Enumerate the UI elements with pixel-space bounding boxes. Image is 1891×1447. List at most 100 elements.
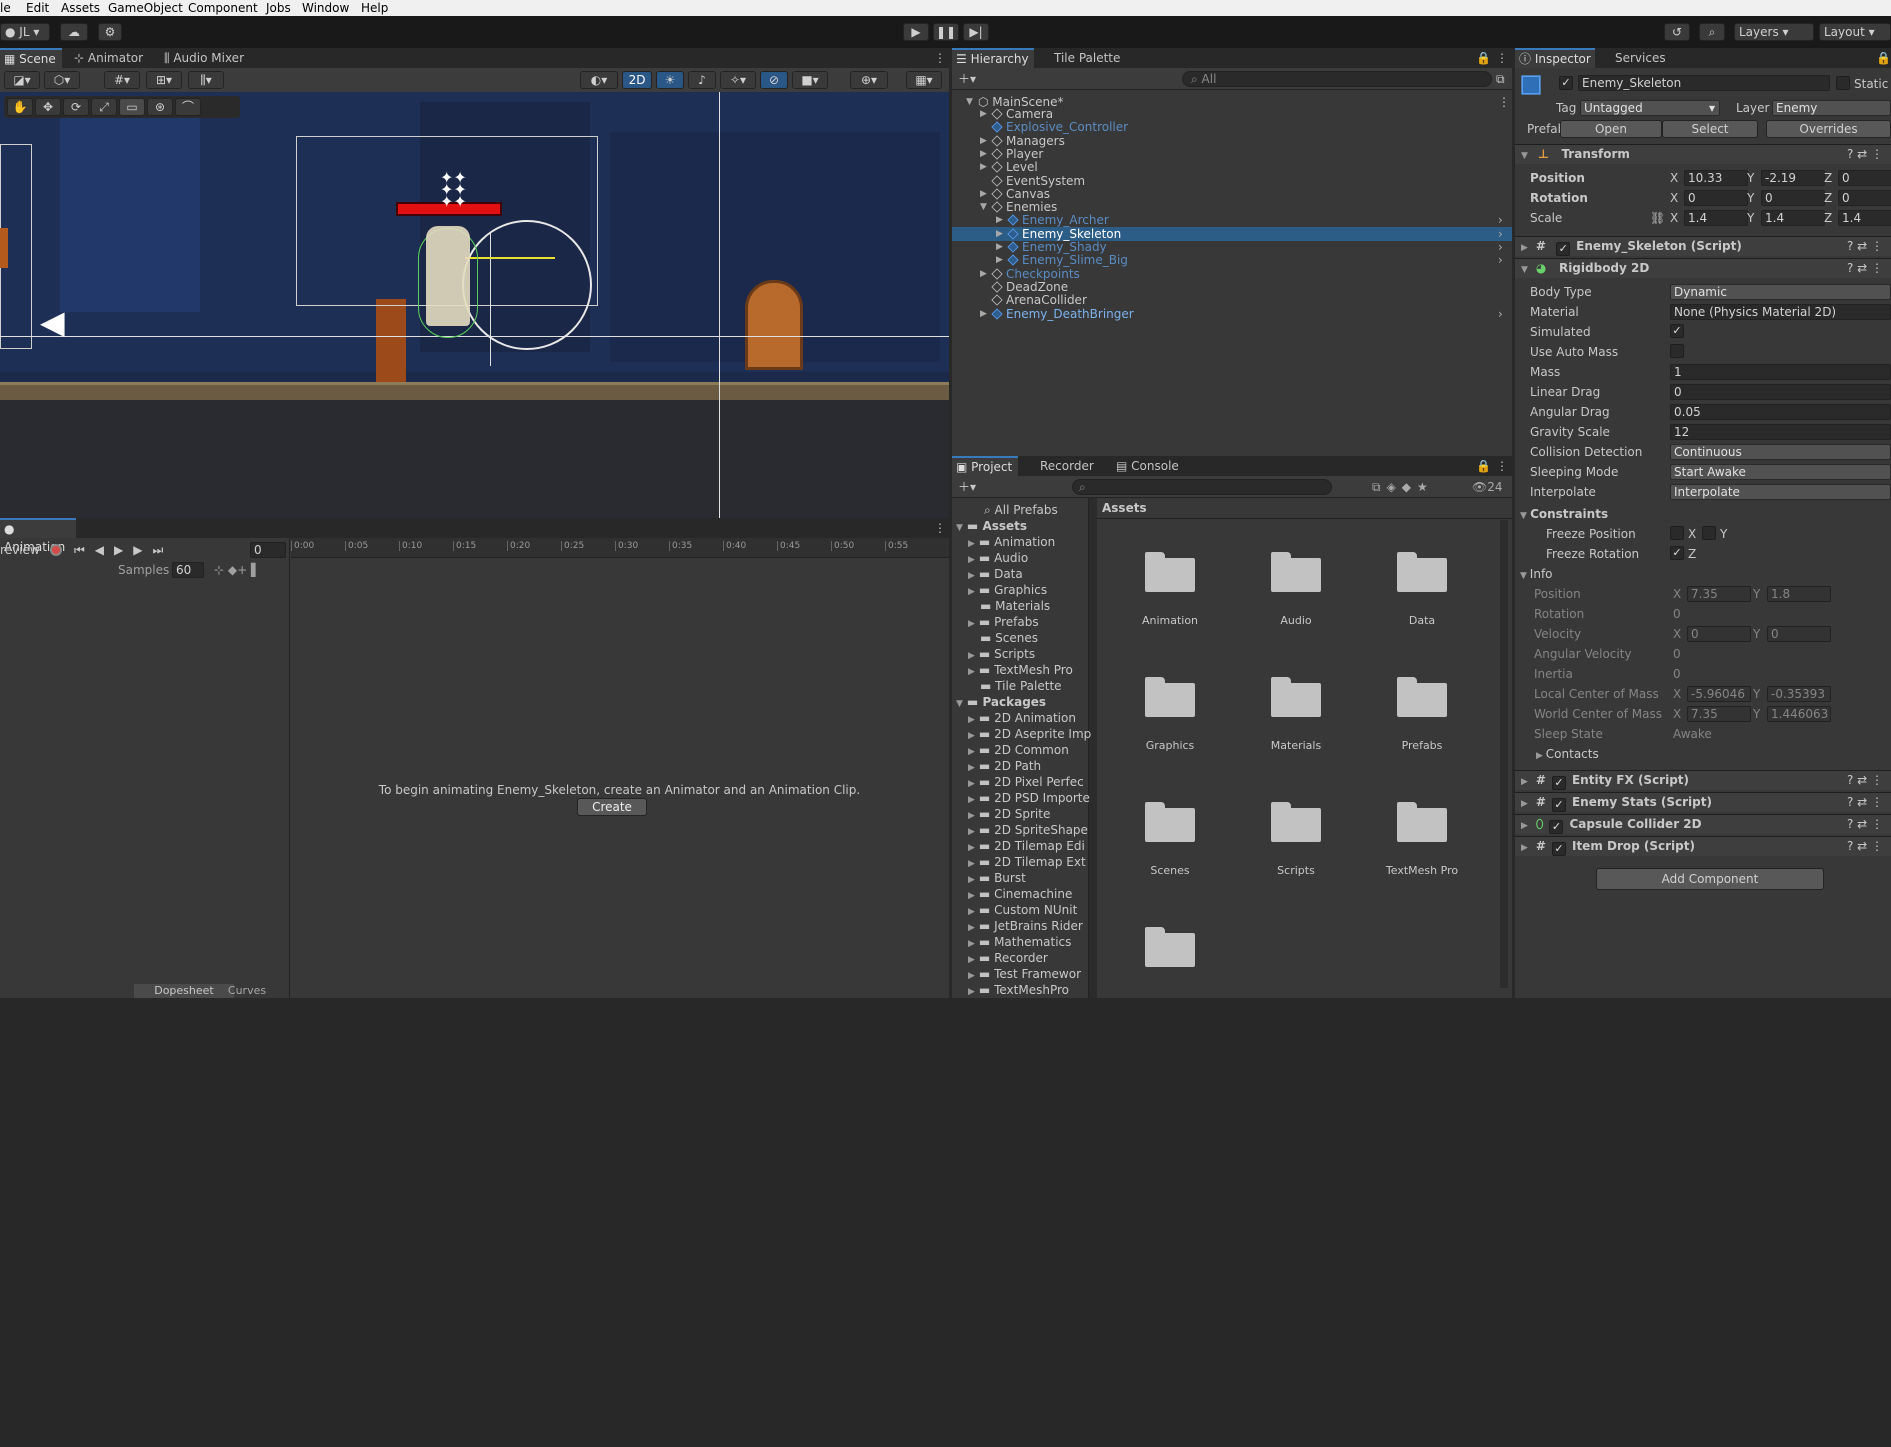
expand-arrow-icon[interactable]: ▶ bbox=[968, 571, 975, 581]
hierarchy-item[interactable]: ▶ Managers bbox=[980, 134, 1065, 148]
constrain-scale-icon[interactable]: ⛓ bbox=[1650, 211, 1665, 225]
expand-arrow-icon[interactable]: ▶ bbox=[1521, 777, 1528, 787]
tab-hierarchy[interactable]: ☰ Hierarchy bbox=[952, 48, 1034, 68]
tree-item[interactable]: ▶ ▬ Recorder bbox=[968, 950, 1048, 966]
tag-dropdown[interactable]: Untagged ▾ bbox=[1580, 100, 1720, 116]
rigidbody-field-value[interactable]: Continuous bbox=[1670, 444, 1891, 460]
expand-arrow-icon[interactable]: ▶ bbox=[968, 907, 975, 917]
static-checkbox[interactable] bbox=[1836, 76, 1850, 90]
frame-field[interactable]: 0 bbox=[250, 542, 286, 558]
audio-toggle-icon[interactable]: ♪ bbox=[688, 71, 716, 89]
gizmos-icon[interactable]: ⊕▾ bbox=[850, 71, 888, 89]
folder-item[interactable]: Animation bbox=[1115, 548, 1225, 648]
tree-item[interactable]: ▼ ▬ Assets bbox=[956, 518, 1027, 534]
tree-item[interactable]: ▶ ▬ 2D Path bbox=[968, 758, 1041, 774]
cloud-icon[interactable]: ☁ bbox=[60, 23, 88, 41]
scene-kebab-icon[interactable]: ⋮ bbox=[1498, 94, 1510, 110]
expand-arrow-icon[interactable]: ▶ bbox=[968, 747, 975, 757]
overlay-menu-icon[interactable]: ▦▾ bbox=[906, 71, 942, 89]
rigidbody-checkbox[interactable] bbox=[1670, 344, 1684, 358]
tree-item[interactable]: ▶ ▬ Cinemachine bbox=[968, 886, 1072, 902]
rigidbody-menu-icon[interactable]: ? ⇄ ⋮ bbox=[1847, 259, 1883, 278]
visibility-icon[interactable]: ⊘ bbox=[760, 71, 788, 89]
playback-controls-icon[interactable]: ⏮◀▶▶⏭ bbox=[74, 542, 173, 558]
scale-y-field[interactable]: 1.4 bbox=[1761, 210, 1825, 226]
scale-x-field[interactable]: 1.4 bbox=[1684, 210, 1748, 226]
hierarchy-item[interactable]: ▶ Camera bbox=[980, 107, 1053, 121]
scene-viewport[interactable]: ✦✦ ✦✦ ✦✦ ◀ ✋ ✥ ⟳ ⤢ ▭ ⊛ ⌒ bbox=[0, 92, 949, 518]
lighting-icon[interactable]: ☀ bbox=[656, 71, 684, 89]
folder-item[interactable]: Prefabs bbox=[1367, 673, 1477, 773]
hierarchy-item[interactable]: ▶ Enemy_Shady bbox=[996, 240, 1107, 254]
object-name-field[interactable]: Enemy_Skeleton bbox=[1578, 75, 1830, 91]
script-menu-icon[interactable]: ? ⇄ ⋮ bbox=[1847, 237, 1883, 256]
expand-arrow-icon[interactable]: ▼ bbox=[956, 699, 963, 709]
expand-arrow-icon[interactable]: ▶ bbox=[968, 731, 975, 741]
tree-item[interactable]: ▶ ▬ 2D Aseprite Imp bbox=[968, 726, 1091, 742]
info-foldout[interactable]: ▼ Info bbox=[1520, 567, 1553, 581]
expand-arrow-icon[interactable]: ▶ bbox=[968, 923, 975, 933]
prefab-overrides-button[interactable]: Overrides bbox=[1766, 120, 1891, 138]
tab-recorder[interactable]: Recorder bbox=[1036, 456, 1098, 476]
tab-audio-mixer[interactable]: ⫼ Audio Mixer bbox=[160, 48, 248, 68]
tree-item[interactable]: ▶ ▬ 2D Animation bbox=[968, 710, 1076, 726]
draw-mode-dropdown[interactable]: ◪▾ bbox=[4, 71, 40, 89]
expand-arrow-icon[interactable]: ▶ bbox=[968, 539, 975, 549]
search-icon[interactable]: ⌕ bbox=[1699, 23, 1725, 41]
hierarchy-item[interactable]: ▶ Level bbox=[980, 160, 1038, 174]
component-header[interactable]: ▶ ⬯ ✓ Capsule Collider 2D ? ⇄ ⋮ bbox=[1515, 814, 1891, 834]
timeline-ruler[interactable]: 0:00 0:05 0:10 0:15 0:20 0:25 0:30 0:35 0:40 0:45… bbox=[291, 538, 949, 558]
tab-curves[interactable]: Curves bbox=[214, 984, 280, 998]
rect-tool-icon[interactable]: ▭ bbox=[119, 98, 145, 116]
expand-arrow-icon[interactable]: ▶ bbox=[968, 555, 975, 565]
position-x-field[interactable]: 10.33 bbox=[1684, 170, 1748, 186]
search-tools-icon[interactable]: ⧉◈◆★ bbox=[1372, 479, 1434, 495]
expand-arrow-icon[interactable]: ▶ bbox=[1521, 843, 1528, 853]
tree-item[interactable]: ▶ ▬ Data bbox=[968, 566, 1023, 582]
folder-item[interactable]: Materials bbox=[1241, 673, 1351, 773]
hand-tool-icon[interactable]: ✋ bbox=[7, 98, 33, 116]
tree-item[interactable]: ▶ ▬ 2D Tilemap Ext bbox=[968, 854, 1086, 870]
prefab-open-arrow-icon[interactable]: › bbox=[1498, 307, 1503, 321]
rigidbody-field-value[interactable]: None (Physics Material 2D) bbox=[1670, 304, 1891, 320]
tree-item[interactable]: ▶ ▬ Burst bbox=[968, 870, 1026, 886]
prefab-select-button[interactable]: Select bbox=[1662, 120, 1758, 138]
rigidbody-field-value[interactable]: 0 bbox=[1670, 384, 1891, 400]
tab-console[interactable]: ▤ Console bbox=[1112, 456, 1183, 476]
folder-item[interactable]: Audio bbox=[1241, 548, 1351, 648]
tree-item[interactable]: ▶ ▬ 2D PSD Importe bbox=[968, 790, 1090, 806]
tree-item[interactable]: ▶ ▬ 2D SpriteShape bbox=[968, 822, 1088, 838]
folder-item[interactable]: Scenes bbox=[1115, 798, 1225, 898]
expand-arrow-icon[interactable]: ▶ bbox=[1521, 799, 1528, 809]
folder-item[interactable]: Graphics bbox=[1115, 673, 1225, 773]
hierarchy-kebab-icon[interactable]: ⋮ bbox=[1492, 48, 1512, 68]
rigidbody-header[interactable]: ▼ ◕ Rigidbody 2D? ⇄ ⋮ bbox=[1515, 258, 1891, 278]
component-menu-icon[interactable]: ? ⇄ ⋮ bbox=[1847, 145, 1883, 164]
expand-arrow-icon[interactable]: ▶ bbox=[1521, 821, 1528, 831]
pause-button[interactable]: ❚❚ bbox=[933, 23, 959, 41]
rigidbody-field-value[interactable]: 12 bbox=[1670, 424, 1891, 440]
hierarchy-item[interactable]: ▶ Canvas bbox=[980, 187, 1050, 201]
layers-dropdown[interactable]: Layers ▾ bbox=[1734, 23, 1814, 41]
expand-arrow-icon[interactable]: ▶ bbox=[968, 587, 975, 597]
prefab-open-arrow-icon[interactable]: › bbox=[1498, 213, 1503, 227]
expand-arrow-icon[interactable]: ▶ bbox=[968, 955, 975, 965]
project-kebab-icon[interactable]: ⋮ bbox=[1492, 456, 1512, 476]
freeze-pos-y-checkbox[interactable] bbox=[1702, 526, 1716, 540]
component-menu-icon[interactable]: ? ⇄ ⋮ bbox=[1847, 815, 1883, 834]
menu-assets[interactable]: Assets bbox=[61, 0, 100, 16]
animation-kebab-icon[interactable]: ⋮ bbox=[930, 518, 950, 538]
active-checkbox[interactable]: ✓ bbox=[1559, 76, 1573, 90]
hierarchy-search-input[interactable]: ⌕ All bbox=[1182, 71, 1492, 87]
grid-scrollbar[interactable] bbox=[1500, 520, 1508, 988]
tree-item[interactable]: ▶ ▬ TextMesh Pro bbox=[968, 662, 1073, 678]
effects-icon[interactable]: ✧▾ bbox=[720, 71, 756, 89]
tab-animation[interactable]: ● Animation bbox=[0, 518, 76, 554]
folder-item[interactable] bbox=[1115, 923, 1225, 1023]
folder-item[interactable]: Data bbox=[1367, 548, 1477, 648]
expand-arrow-icon[interactable]: ▶ bbox=[980, 107, 987, 121]
hierarchy-item[interactable]: ▶ Enemy_Archer bbox=[996, 213, 1109, 227]
expand-arrow-icon[interactable]: ▶ bbox=[968, 763, 975, 773]
camera-icon[interactable]: ■▾ bbox=[792, 71, 828, 89]
transform-header[interactable]: ▼ ⊥ Transform? ⇄ ⋮ bbox=[1515, 144, 1891, 164]
